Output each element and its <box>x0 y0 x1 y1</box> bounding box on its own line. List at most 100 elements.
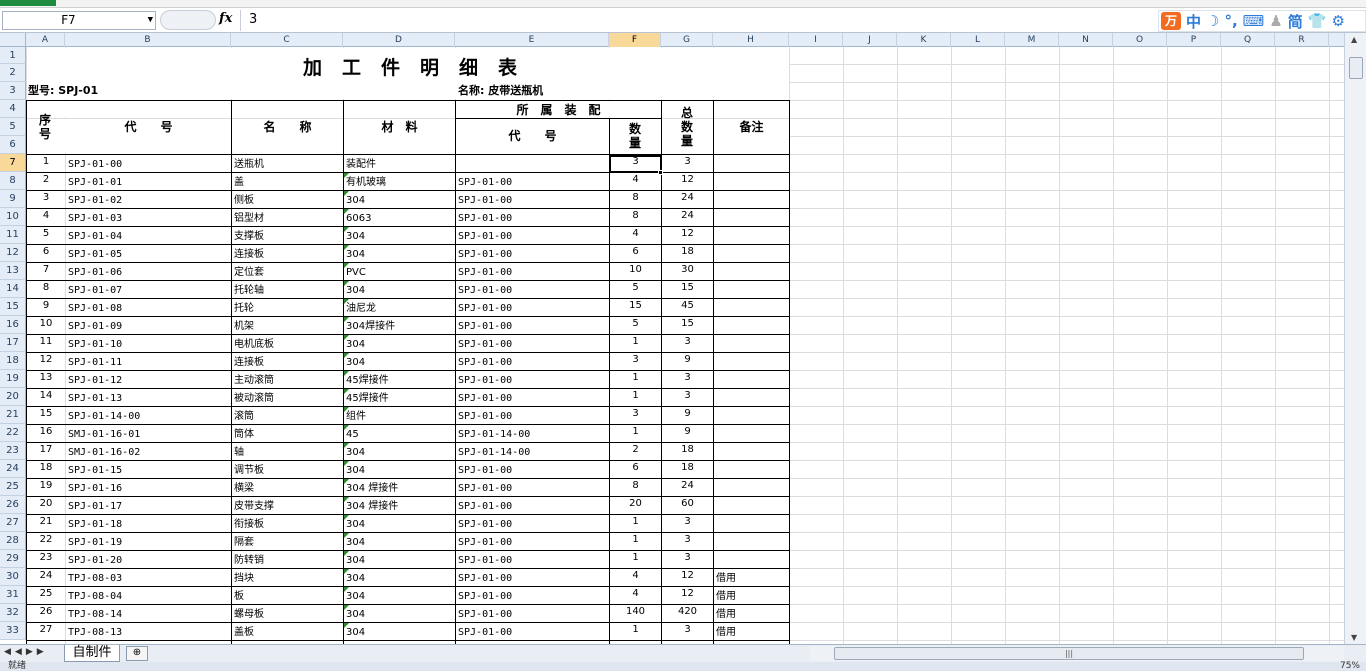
cell-material[interactable]: 45焊接件 <box>346 374 454 388</box>
cell-material[interactable]: 6063 <box>346 212 454 226</box>
cell-material[interactable]: 304 <box>346 464 454 478</box>
column-header-k[interactable]: K <box>897 33 951 47</box>
column-header-n[interactable]: N <box>1059 33 1113 47</box>
selected-cell-f7[interactable] <box>609 155 662 173</box>
cell-total[interactable]: 12 <box>662 173 713 187</box>
cell-asm[interactable]: SPJ-01-00 <box>458 572 608 586</box>
moon-icon[interactable]: ☽ <box>1206 12 1219 30</box>
cell-name[interactable]: 铝型材 <box>234 212 342 226</box>
cell-name[interactable]: 被动滚筒 <box>234 392 342 406</box>
cell-total[interactable]: 3 <box>662 515 713 529</box>
cell-code[interactable]: SPJ-01-10 <box>68 338 230 352</box>
cell-asm[interactable]: SPJ-01-00 <box>458 482 608 496</box>
cell-qty[interactable]: 1 <box>610 515 661 529</box>
cell-name[interactable]: 送瓶机 <box>234 158 342 172</box>
cell-code[interactable]: TPJ-08-03 <box>68 572 230 586</box>
horizontal-scroll-thumb[interactable]: ||| <box>834 647 1304 660</box>
cell-name[interactable]: 衔接板 <box>234 518 342 532</box>
cell-asm[interactable]: SPJ-01-00 <box>458 590 608 604</box>
cell-code[interactable]: SPJ-01-02 <box>68 194 230 208</box>
cell-material[interactable]: 45 <box>346 428 454 442</box>
row-header[interactable]: 7 <box>0 154 26 172</box>
cell-qty[interactable]: 1 <box>610 623 661 637</box>
cell-material[interactable]: 304 <box>346 356 454 370</box>
cell-code[interactable]: SMJ-01-16-01 <box>68 428 230 442</box>
row-header[interactable]: 31 <box>0 586 26 604</box>
cell-name[interactable]: 调节板 <box>234 464 342 478</box>
cell-qty[interactable]: 3 <box>610 353 661 367</box>
cell-seq[interactable]: 1 <box>27 155 65 169</box>
cell-total[interactable]: 9 <box>662 425 713 439</box>
cell-seq[interactable]: 27 <box>27 623 65 637</box>
cell-total[interactable]: 12 <box>662 587 713 601</box>
vertical-scroll-thumb[interactable] <box>1349 57 1363 79</box>
cell-asm[interactable]: SPJ-01-00 <box>458 536 608 550</box>
cell-code[interactable]: SPJ-01-19 <box>68 536 230 550</box>
column-header-r[interactable]: R <box>1275 33 1329 47</box>
cell-code[interactable]: TPJ-08-13 <box>68 626 230 640</box>
row-header[interactable]: 29 <box>0 550 26 568</box>
row-header[interactable]: 14 <box>0 280 26 298</box>
cell-seq[interactable]: 4 <box>27 209 65 223</box>
cell-seq[interactable]: 5 <box>27 227 65 241</box>
cell-seq[interactable]: 23 <box>27 551 65 565</box>
cell-material[interactable]: 304 <box>346 518 454 532</box>
cell-material[interactable]: PVC <box>346 266 454 280</box>
cell-total[interactable]: 24 <box>662 209 713 223</box>
cell-note[interactable]: 借用 <box>716 626 788 640</box>
cell-material[interactable]: 装配件 <box>346 158 454 172</box>
row-header[interactable]: 33 <box>0 622 26 640</box>
row-header[interactable]: 19 <box>0 370 26 388</box>
column-header-i[interactable]: I <box>789 33 843 47</box>
cell-asm[interactable]: SPJ-01-00 <box>458 410 608 424</box>
cell-asm[interactable]: SPJ-01-00 <box>458 302 608 316</box>
cell-code[interactable]: SPJ-01-00 <box>68 158 230 172</box>
row-header[interactable]: 25 <box>0 478 26 496</box>
cell-code[interactable]: SMJ-01-16-02 <box>68 446 230 460</box>
cell-asm[interactable]: SPJ-01-00 <box>458 320 608 334</box>
column-header-q[interactable]: Q <box>1221 33 1275 47</box>
cell-seq[interactable]: 6 <box>27 245 65 259</box>
cell-material[interactable]: 304 <box>346 554 454 568</box>
cell-name[interactable]: 机架 <box>234 320 342 334</box>
cell-name[interactable]: 皮带支撑 <box>234 500 342 514</box>
column-header-f[interactable]: F <box>609 33 661 47</box>
cell-qty[interactable]: 10 <box>610 263 661 277</box>
cell-material[interactable]: 304 <box>346 536 454 550</box>
row-header[interactable]: 18 <box>0 352 26 370</box>
cell-code[interactable]: SPJ-01-16 <box>68 482 230 496</box>
row-header[interactable]: 24 <box>0 460 26 478</box>
cell-name[interactable]: 连接板 <box>234 248 342 262</box>
cell-total[interactable]: 9 <box>662 353 713 367</box>
cell-qty[interactable]: 4 <box>610 173 661 187</box>
cell-note[interactable]: 借用 <box>716 590 788 604</box>
column-header-d[interactable]: D <box>343 33 455 47</box>
cell-seq[interactable]: 3 <box>27 191 65 205</box>
column-header-g[interactable]: G <box>661 33 713 47</box>
cell-name[interactable]: 支撑板 <box>234 230 342 244</box>
cell-total[interactable]: 9 <box>662 407 713 421</box>
cell-material[interactable]: 有机玻璃 <box>346 176 454 190</box>
cell-seq[interactable]: 2 <box>27 173 65 187</box>
cell-material[interactable]: 油尼龙 <box>346 302 454 316</box>
row-header[interactable]: 9 <box>0 190 26 208</box>
row-header[interactable]: 1 <box>0 47 26 64</box>
cell-material[interactable]: 304 焊接件 <box>346 482 454 496</box>
cell-seq[interactable]: 24 <box>27 569 65 583</box>
cell-total[interactable]: 60 <box>662 497 713 511</box>
row-header[interactable]: 10 <box>0 208 26 226</box>
row-header[interactable]: 21 <box>0 406 26 424</box>
ime-mode-button[interactable]: 中 <box>1186 11 1201 32</box>
cell-material[interactable]: 304 <box>346 608 454 622</box>
cell-name[interactable]: 轴 <box>234 446 342 460</box>
cell-qty[interactable]: 8 <box>610 479 661 493</box>
row-header[interactable]: 22 <box>0 424 26 442</box>
column-header-j[interactable]: J <box>843 33 897 47</box>
cell-qty[interactable]: 5 <box>610 317 661 331</box>
cell-total[interactable]: 30 <box>662 263 713 277</box>
cell-asm[interactable]: SPJ-01-00 <box>458 626 608 640</box>
cell-code[interactable]: SPJ-01-15 <box>68 464 230 478</box>
ime-logo-icon[interactable]: 万 <box>1161 12 1181 30</box>
cell-seq[interactable]: 25 <box>27 587 65 601</box>
cell-total[interactable]: 18 <box>662 461 713 475</box>
